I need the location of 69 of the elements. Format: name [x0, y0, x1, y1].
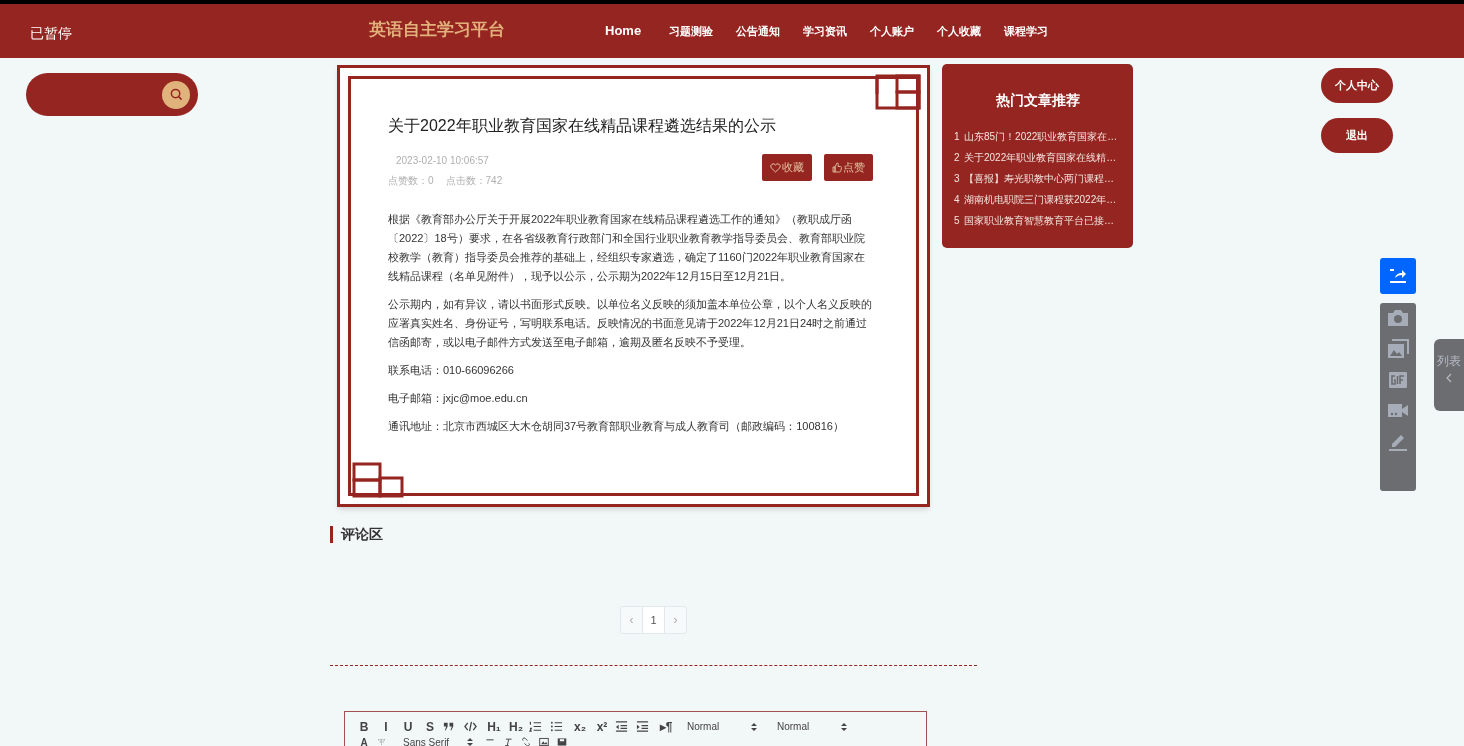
paragraph: 通讯地址：北京市西城区大木仓胡同37号教育部职业教育与成人教育司（邮政编码：100816）	[388, 419, 845, 434]
nav-link[interactable]: 个人收藏	[937, 22, 982, 40]
film-icon[interactable]	[557, 737, 567, 746]
format-button[interactable]: U	[399, 717, 417, 736]
article-link[interactable]: 关于2022年职业教育国家在线精…	[964, 149, 1117, 165]
paused-label: 已暂停	[30, 26, 72, 40]
indent-icon[interactable]	[636, 720, 649, 733]
search-button[interactable]	[162, 80, 190, 109]
dropdown-select[interactable]: Normal	[687, 719, 757, 734]
rank-number: 2	[954, 150, 959, 165]
sort-arrows-icon	[467, 738, 473, 746]
page-button[interactable]: 1	[642, 607, 665, 633]
sort-arrows-icon	[841, 722, 847, 731]
paragraph: 根据《教育部办公厅关于开展2022年职业教育国家在线精品课程遴选工作的通知》（教职成厅函〔2022〕18号）要求，在各省级教育行政部门和全国行业职业教育教学指导委员会、教育部职业院校教学（教育）指导委员会推荐的基础上，经组织专家遴选，确定了1160门2022年职业教育国家在线精品课程（名单见附件），现予以公示，公示期为2022年12月15日至12月21日。	[388, 212, 867, 284]
site-title: 英语自主学习平台	[369, 21, 505, 38]
format-button[interactable]: I	[377, 717, 395, 736]
nav-link[interactable]: 习题测验	[669, 22, 714, 40]
quote-icon[interactable]	[443, 720, 456, 733]
publish-date: 2023-02-10 10:06:57	[395, 154, 490, 168]
panel-title: 热门文章推荐	[994, 91, 1081, 109]
dropdown-select[interactable]: Normal	[777, 719, 847, 734]
paragraph: 公示期内，如有异议，请以书面形式反映。以单位名义反映的须加盖本单位公章，以个人名义反映的应署真实姓名、身份证号，写明联系电话。反映情况的书面意见请于2022年12月21日24时之前通过信函邮寄，或以电子邮件方式发送至电子邮箱，逾期及匿名反映不予受理。	[388, 297, 873, 350]
bullet-list-icon[interactable]	[550, 720, 563, 733]
nav-link[interactable]: Home	[605, 21, 642, 41]
heart-icon	[770, 162, 781, 173]
format-button[interactable]: H₂	[507, 717, 525, 736]
format-button[interactable]: B	[355, 717, 373, 736]
nav-link[interactable]: 学习资讯	[803, 22, 848, 40]
format-button[interactable]: A	[355, 736, 373, 746]
chevron-left-icon	[1446, 373, 1452, 383]
format-button[interactable]: x²	[593, 717, 611, 736]
article-title: 关于2022年职业教育国家在线精品课程遴选结果的公示	[388, 116, 777, 136]
rank-number: 4	[954, 192, 959, 207]
nav-link[interactable]: 个人账户	[870, 22, 915, 40]
paragraph: 联系电话：010-66096266	[388, 363, 515, 378]
clear-format-icon[interactable]	[503, 737, 513, 746]
search-icon	[169, 88, 183, 101]
article-link[interactable]: 湖南机电职院三门课程获2022年…	[964, 191, 1117, 207]
code-icon[interactable]	[464, 720, 477, 733]
rank-number: 1	[954, 129, 959, 144]
format-button[interactable]: ▸¶	[657, 717, 675, 736]
rank-number: 3	[954, 171, 959, 186]
article-link[interactable]: 【喜报】寿光职教中心两门课程…	[964, 170, 1114, 186]
outdent-icon[interactable]	[615, 720, 628, 733]
image-icon[interactable]	[539, 737, 549, 746]
format-button[interactable]: S	[421, 717, 439, 736]
favorite-button[interactable]: 收藏	[762, 154, 812, 181]
like-button[interactable]: 点赞	[824, 154, 873, 181]
format-button[interactable]: H₁	[485, 717, 503, 736]
share-icon	[1388, 267, 1408, 285]
paragraph: 电子邮箱：jxjc@moe.edu.cn	[388, 391, 529, 406]
thumbs-up-icon	[832, 162, 842, 173]
numbered-list-icon[interactable]	[529, 720, 542, 733]
share-button[interactable]	[1380, 258, 1416, 294]
format-button[interactable]: x₂	[571, 717, 589, 736]
dropdown-select[interactable]: Sans Serif	[403, 736, 473, 746]
search-field[interactable]	[26, 73, 198, 116]
article-link[interactable]: 山东85门！2022职业教育国家在…	[964, 128, 1118, 144]
sort-arrows-icon	[751, 722, 757, 731]
user-button[interactable]: 个人中心	[1321, 68, 1393, 103]
click-count: 点击数：742	[445, 174, 503, 188]
section-title: 评论区	[341, 525, 383, 544]
user-button[interactable]: 退出	[1321, 118, 1393, 153]
like-count: 点赞数：0	[388, 174, 434, 188]
nav-link[interactable]: 课程学习	[1004, 22, 1049, 40]
list-label: 列表	[1437, 355, 1461, 367]
article-link[interactable]: 国家职业教育智慧教育平台已接…	[964, 212, 1114, 228]
nav-link[interactable]: 公告通知	[736, 22, 781, 40]
rank-number: 5	[954, 213, 959, 228]
